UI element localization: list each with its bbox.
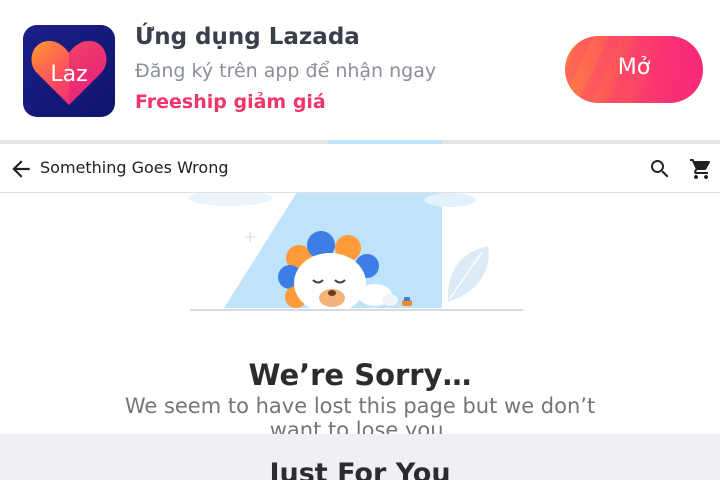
arrow-back-icon[interactable] <box>8 156 34 182</box>
just-for-you-heading: Just For You <box>269 458 451 480</box>
banner-subtitle: Đăng ký trên app để nhận ngay <box>135 60 437 82</box>
cart-icon[interactable] <box>689 157 713 181</box>
open-app-label: Mở <box>617 55 651 80</box>
lazada-error-page: Laz Ứng dụng Lazada Đăng ký trên app để … <box>0 0 720 480</box>
lazada-app-logo: Laz <box>23 25 115 117</box>
banner-promo-text: Freeship giảm giá <box>135 91 326 113</box>
open-app-button[interactable]: Mở <box>565 36 703 103</box>
page-title: Something Goes Wrong <box>40 158 229 177</box>
logo-text: Laz <box>50 62 87 87</box>
sparkle <box>245 232 255 242</box>
top-navigation-bar: Something Goes Wrong <box>0 144 720 193</box>
error-heading: We’re Sorry… <box>248 358 472 392</box>
banner-title: Ứng dụng Lazada <box>135 24 360 50</box>
search-icon[interactable] <box>648 157 672 181</box>
cloud-right <box>424 193 476 207</box>
app-download-banner: Laz Ứng dụng Lazada Đăng ký trên app để … <box>0 0 720 140</box>
just-for-you-section: Just For You <box>0 434 720 480</box>
